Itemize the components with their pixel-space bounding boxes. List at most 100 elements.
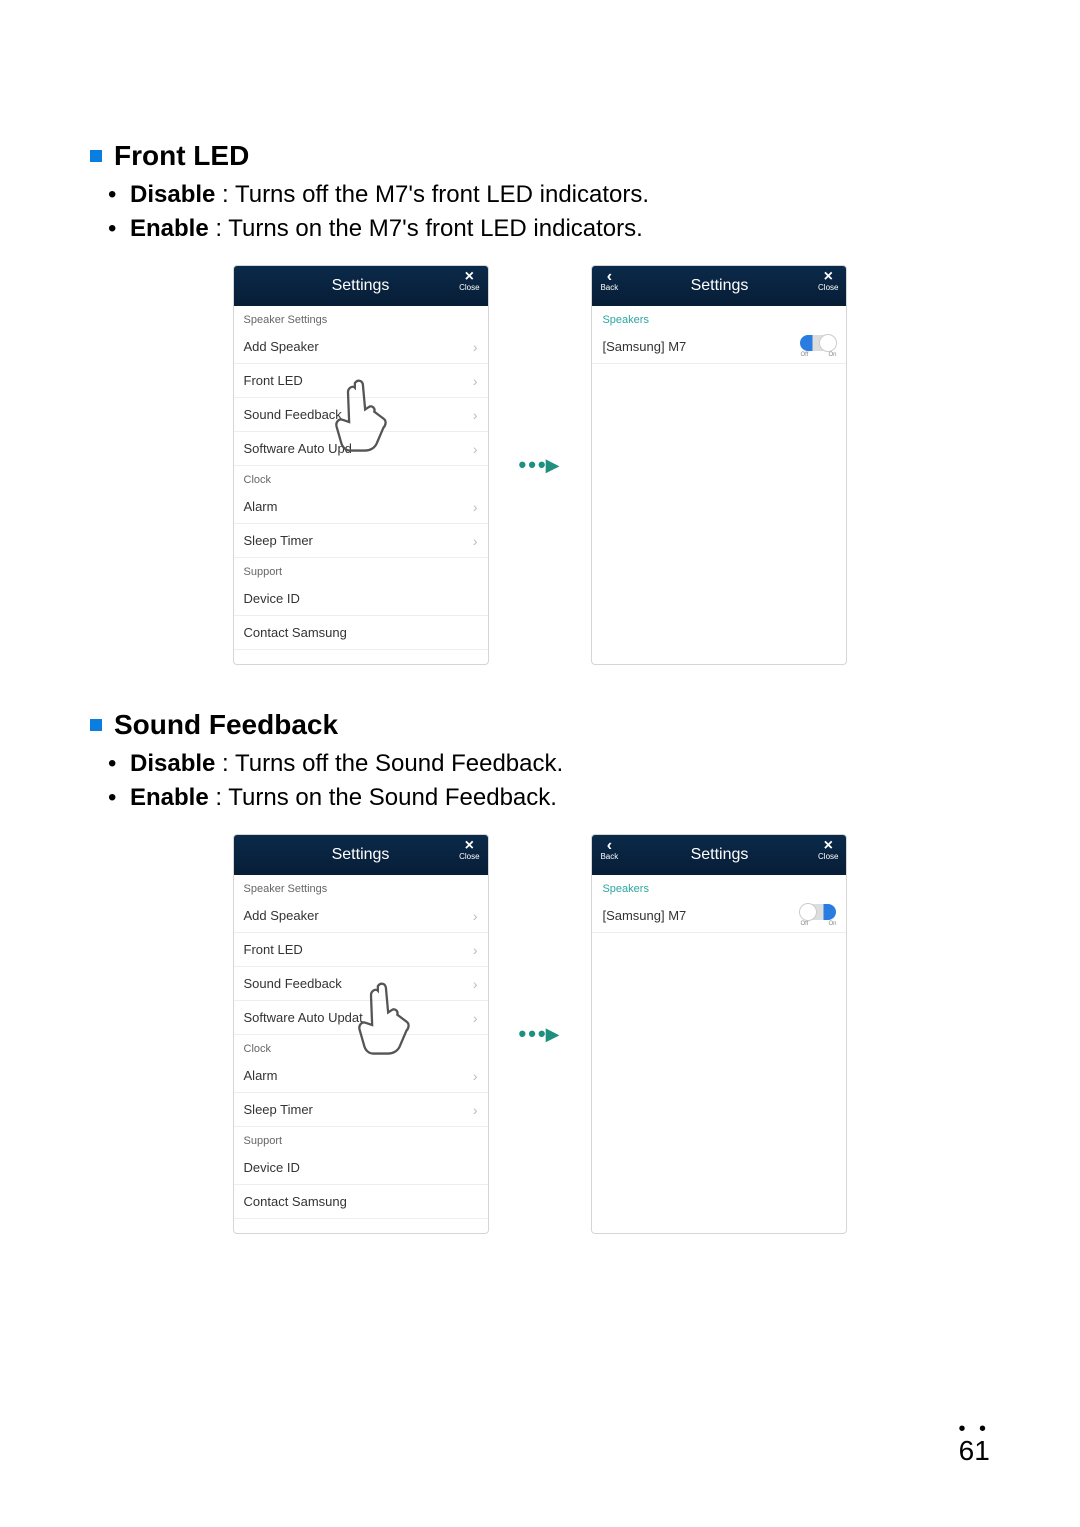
label-m7-device: [Samsung] M7	[602, 339, 686, 354]
close-icon: ×	[465, 270, 474, 284]
label-contact-samsung: Contact Samsung	[244, 625, 347, 640]
close-button[interactable]: × Close	[818, 270, 838, 292]
chevron-right-icon: ›	[473, 533, 478, 549]
chevron-right-icon: ›	[473, 339, 478, 355]
label-sleep-timer: Sleep Timer	[244, 533, 313, 548]
toggle-off-label: Off	[800, 352, 808, 358]
label-sound-feedback: Sound Feedback	[244, 976, 342, 991]
heading-row: Sound Feedback	[90, 709, 990, 741]
row-alarm[interactable]: Alarm ›	[234, 490, 488, 524]
phone-header: Settings × Close	[234, 835, 488, 875]
row-add-speaker[interactable]: Add Speaker ›	[234, 899, 488, 933]
phone-speaker-detail: ‹ Back Settings × Close Speakers [Samsun…	[591, 834, 847, 1234]
phone-header: ‹ Back Settings × Close	[592, 266, 846, 306]
flow-arrow-icon: •••▶	[519, 1021, 562, 1047]
phone-header: Settings × Close	[234, 266, 488, 306]
row-add-speaker[interactable]: Add Speaker ›	[234, 330, 488, 364]
sound-feedback-enable-line: Enable : Turns on the Sound Feedback.	[130, 781, 990, 815]
label-front-led: Front LED	[244, 373, 303, 388]
close-button[interactable]: × Close	[818, 839, 838, 861]
label-contact-samsung: Contact Samsung	[244, 1194, 347, 1209]
enable-label: Enable	[130, 215, 209, 242]
label-sleep-timer: Sleep Timer	[244, 1102, 313, 1117]
section-front-led: Front LED Disable : Turns off the M7's f…	[90, 140, 990, 665]
group-speakers: Speakers	[592, 875, 846, 899]
row-sound-feedback[interactable]: Sound Feedback ›	[234, 967, 488, 1001]
label-front-led: Front LED	[244, 942, 303, 957]
chevron-right-icon: ›	[473, 499, 478, 515]
flow-arrow-icon: •••▶	[519, 452, 562, 478]
group-speaker-settings: Speaker Settings	[234, 875, 488, 899]
disable-text: : Turns off the M7's front LED indicator…	[215, 181, 649, 208]
back-button[interactable]: ‹ Back	[600, 270, 618, 292]
label-sound-feedback: Sound Feedback	[244, 407, 342, 422]
toggle-knob	[819, 334, 837, 352]
close-icon: ×	[824, 839, 833, 853]
row-software-update[interactable]: Software Auto Upd ›	[234, 432, 488, 466]
header-title: Settings	[691, 277, 749, 295]
row-sleep-timer[interactable]: Sleep Timer ›	[234, 524, 488, 558]
row-sleep-timer[interactable]: Sleep Timer ›	[234, 1093, 488, 1127]
close-label: Close	[818, 853, 838, 861]
heading-front-led: Front LED	[114, 140, 249, 172]
close-button[interactable]: × Close	[459, 839, 479, 861]
page-number-value: 61	[959, 1435, 990, 1466]
back-label: Back	[600, 284, 618, 292]
heading-row: Front LED	[90, 140, 990, 172]
row-contact-samsung[interactable]: Contact Samsung	[234, 616, 488, 650]
page-number-dots-icon: • •	[958, 1423, 990, 1435]
header-title: Settings	[691, 846, 749, 864]
row-alarm[interactable]: Alarm ›	[234, 1059, 488, 1093]
phone-speaker-detail: ‹ Back Settings × Close Speakers [Samsun…	[591, 265, 847, 665]
row-software-update[interactable]: Software Auto Updat ›	[234, 1001, 488, 1035]
toggle-wrap: Off On	[800, 335, 836, 358]
toggle-on-label: On	[828, 352, 836, 358]
disable-label: Disable	[130, 181, 215, 208]
toggle-sound-feedback[interactable]	[800, 904, 836, 920]
toggle-labels: Off On	[800, 352, 836, 358]
chevron-right-icon: ›	[473, 407, 478, 423]
phone-header: ‹ Back Settings × Close	[592, 835, 846, 875]
enable-text: : Turns on the Sound Feedback.	[209, 784, 557, 811]
enable-text: : Turns on the M7's front LED indicators…	[209, 215, 643, 242]
close-icon: ×	[824, 270, 833, 284]
label-alarm: Alarm	[244, 1068, 278, 1083]
row-device-id[interactable]: Device ID	[234, 1151, 488, 1185]
close-button[interactable]: × Close	[459, 270, 479, 292]
row-m7-toggle: [Samsung] M7 Off On	[592, 899, 846, 933]
group-support: Support	[234, 1127, 488, 1151]
header-title: Settings	[332, 277, 390, 295]
back-button[interactable]: ‹ Back	[600, 839, 618, 861]
front-led-disable-line: Disable : Turns off the M7's front LED i…	[130, 178, 990, 212]
label-software-update: Software Auto Upd	[244, 441, 352, 456]
close-label: Close	[818, 284, 838, 292]
row-contact-samsung[interactable]: Contact Samsung	[234, 1185, 488, 1219]
label-device-id: Device ID	[244, 1160, 300, 1175]
row-sound-feedback[interactable]: Sound Feedback ›	[234, 398, 488, 432]
group-clock: Clock	[234, 1035, 488, 1059]
sound-feedback-disable-line: Disable : Turns off the Sound Feedback.	[130, 747, 990, 781]
label-add-speaker: Add Speaker	[244, 908, 319, 923]
phone-settings-list: Settings × Close Speaker Settings Add Sp…	[233, 265, 489, 665]
toggle-labels: Off On	[800, 921, 836, 927]
toggle-wrap: Off On	[800, 904, 836, 927]
row-front-led[interactable]: Front LED ›	[234, 364, 488, 398]
page-number: • • 61	[958, 1423, 990, 1467]
back-label: Back	[600, 853, 618, 861]
row-front-led[interactable]: Front LED ›	[234, 933, 488, 967]
label-device-id: Device ID	[244, 591, 300, 606]
chevron-right-icon: ›	[473, 1010, 478, 1026]
toggle-on-label: On	[828, 921, 836, 927]
row-device-id[interactable]: Device ID	[234, 582, 488, 616]
section-sound-feedback: Sound Feedback Disable : Turns off the S…	[90, 709, 990, 1234]
header-title: Settings	[332, 846, 390, 864]
sound-feedback-screens: Settings × Close Speaker Settings Add Sp…	[90, 834, 990, 1234]
chevron-right-icon: ›	[473, 908, 478, 924]
phone-settings-list: Settings × Close Speaker Settings Add Sp…	[233, 834, 489, 1234]
toggle-front-led[interactable]	[800, 335, 836, 351]
chevron-left-icon: ‹	[607, 839, 612, 853]
toggle-off-label: Off	[800, 921, 808, 927]
close-icon: ×	[465, 839, 474, 853]
group-clock: Clock	[234, 466, 488, 490]
chevron-right-icon: ›	[473, 373, 478, 389]
